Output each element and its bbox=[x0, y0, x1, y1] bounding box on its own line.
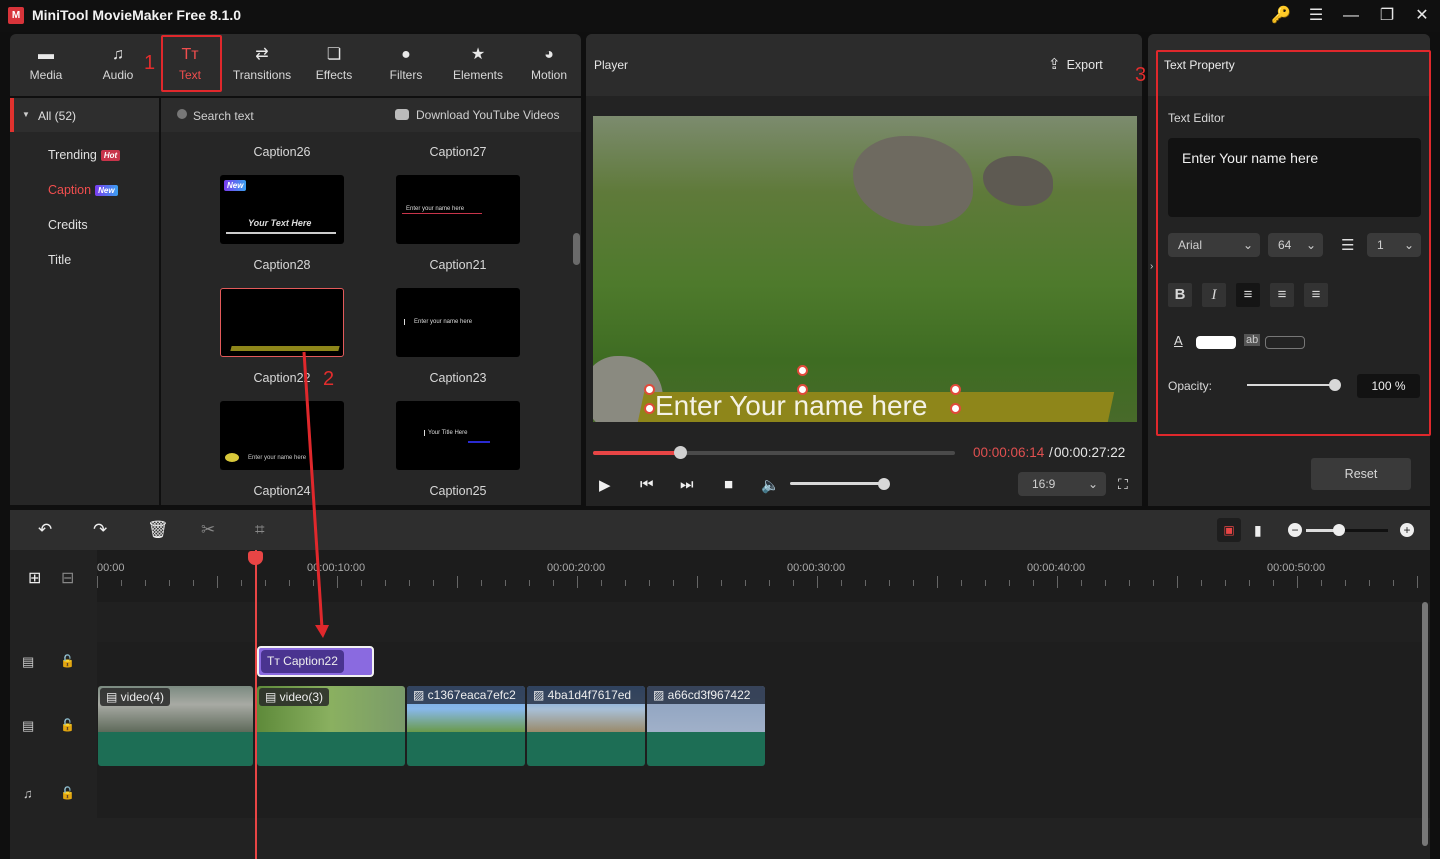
annotation-arrow bbox=[302, 351, 329, 638]
arrow-line bbox=[302, 351, 324, 629]
arrow-head bbox=[315, 625, 329, 638]
